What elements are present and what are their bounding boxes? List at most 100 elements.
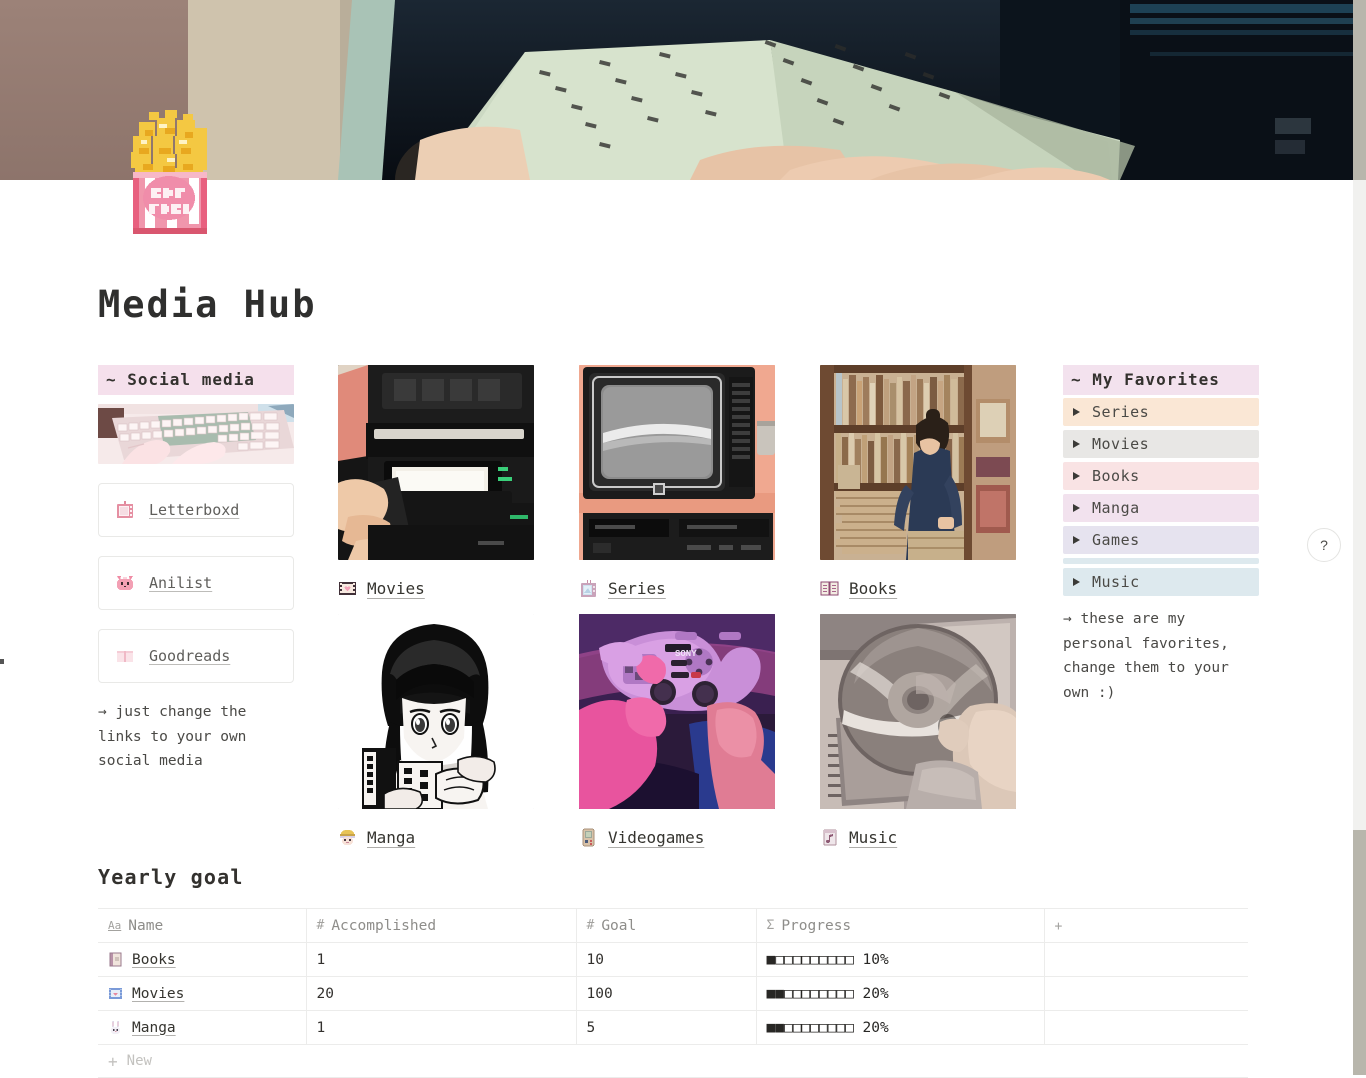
table-row[interactable]: Movies 20 100 ■■□□□□□□□□ 20% <box>98 976 1248 1011</box>
plus-icon: + <box>1054 918 1063 934</box>
media-card-label: Videogames <box>608 827 705 847</box>
row-name-cell[interactable]: Manga <box>98 1010 307 1045</box>
new-row-label: New <box>126 1053 152 1069</box>
chevron-right-icon <box>1073 536 1080 544</box>
column-header-goal[interactable]: # Goal <box>576 908 757 943</box>
social-media-heading: ~ Social media <box>98 365 294 395</box>
row-accomplished[interactable]: 1 <box>306 942 577 977</box>
column-label: Accomplished <box>331 917 437 934</box>
favorites-toggle-manga[interactable]: Manga <box>1063 494 1259 522</box>
manga-character-face-icon <box>338 828 357 847</box>
favorites-toggle-movies[interactable]: Movies <box>1063 430 1259 458</box>
add-column-button[interactable]: + <box>1044 908 1248 943</box>
favorites-list: Series Movies Books Manga Games Music <box>1063 398 1259 596</box>
media-card-label: Series <box>608 578 666 598</box>
page-title: Media Hub <box>98 283 317 326</box>
media-card-label: Movies <box>367 578 425 598</box>
popcorn-icon <box>121 104 219 234</box>
column-label: Name <box>128 917 164 934</box>
media-card-label: Books <box>849 578 898 598</box>
media-card-series[interactable]: Series <box>579 365 775 604</box>
svg-text:SONY: SONY <box>675 649 697 659</box>
progress-bar: ■■□□□□□□□□ <box>766 1019 854 1036</box>
number-type-icon: # <box>586 918 595 933</box>
column-header-accomplished[interactable]: # Accomplished <box>306 908 577 943</box>
media-card-music[interactable]: Music <box>820 614 1016 853</box>
table-header-row: Aa Name # Accomplished # Goal Σ Progress… <box>98 908 1248 943</box>
open-book-icon <box>820 579 839 598</box>
media-card-label: Manga <box>367 827 416 847</box>
favorites-heading: ~ My Favorites <box>1063 365 1259 395</box>
progress-bar: ■□□□□□□□□□ <box>766 951 854 968</box>
row-progress: ■■□□□□□□□□ 20% <box>756 976 1045 1011</box>
manga-girl-image <box>338 614 534 809</box>
add-new-row-button[interactable]: + New <box>98 1045 1248 1078</box>
film-strip-heart-icon <box>338 579 357 598</box>
favorites-column: ~ My Favorites Series Movies Books Manga <box>1063 365 1259 705</box>
column-header-progress[interactable]: Σ Progress <box>756 908 1045 943</box>
chevron-right-icon <box>1073 504 1080 512</box>
column-label: Goal <box>601 917 637 934</box>
yearly-goal-section: Yearly goal Aa Name # Accomplished # Goa… <box>98 865 1248 1078</box>
row-spacer <box>1044 942 1248 977</box>
open-book-pink-icon <box>115 646 135 666</box>
help-button[interactable]: ? <box>1307 528 1341 562</box>
media-card-movies[interactable]: Movies <box>338 365 534 604</box>
progress-percent: 20% <box>862 985 889 1002</box>
column-label: Progress <box>781 917 852 934</box>
number-type-icon: # <box>316 918 325 933</box>
link-label: Anilist <box>149 574 213 592</box>
row-name-cell[interactable]: Movies <box>98 976 307 1011</box>
row-goal[interactable]: 5 <box>576 1010 757 1045</box>
page-scrollbar-track[interactable] <box>1353 0 1366 1075</box>
cd-disc-image <box>820 614 1016 809</box>
plus-icon: + <box>108 1051 118 1071</box>
row-spacer <box>1044 976 1248 1011</box>
link-card-letterboxd[interactable]: Letterboxd <box>98 483 294 537</box>
column-header-name[interactable]: Aa Name <box>98 908 307 943</box>
row-goal[interactable]: 10 <box>576 942 757 977</box>
retro-tv-pink-icon <box>115 500 135 520</box>
favorites-note: → these are my personal favorites, chang… <box>1063 611 1229 701</box>
row-progress: ■□□□□□□□□□ 10% <box>756 942 1045 977</box>
media-cards-grid: Movies Series Books Manga SONY Videogame… <box>338 365 1018 853</box>
formula-type-icon: Σ <box>766 918 775 933</box>
favorites-toggle-music[interactable]: Music <box>1063 568 1259 596</box>
media-card-videogames[interactable]: SONY Videogames <box>579 614 775 853</box>
yearly-goal-title: Yearly goal <box>98 865 244 889</box>
playstation-controller-image: SONY <box>579 614 775 809</box>
link-card-goodreads[interactable]: Goodreads <box>98 629 294 683</box>
row-accomplished[interactable]: 20 <box>306 976 577 1011</box>
media-card-books[interactable]: Books <box>820 365 1016 604</box>
social-media-column: ~ Social media Letterboxd Anilist Goodre… <box>98 365 294 774</box>
row-name-cell[interactable]: Books <box>98 942 307 977</box>
table-row[interactable]: Manga 1 5 ■■□□□□□□□□ 20% <box>98 1010 1248 1045</box>
row-goal[interactable]: 100 <box>576 976 757 1011</box>
closed-book-icon <box>108 952 123 967</box>
vhs-vcr-image <box>338 365 534 560</box>
scrollbar-thumb-top[interactable] <box>1353 0 1366 180</box>
row-accomplished[interactable]: 1 <box>306 1010 577 1045</box>
handheld-console-icon <box>579 828 598 847</box>
progress-bar: ■■□□□□□□□□ <box>766 985 854 1002</box>
table-row[interactable]: Books 1 10 ■□□□□□□□□□ 10% <box>98 942 1248 977</box>
bookstore-image <box>820 365 1016 560</box>
link-card-anilist[interactable]: Anilist <box>98 556 294 610</box>
media-card-manga[interactable]: Manga <box>338 614 534 853</box>
row-spacer <box>1044 1010 1248 1045</box>
favorites-toggle-books[interactable]: Books <box>1063 462 1259 490</box>
crt-tv-image <box>579 365 775 560</box>
social-media-note: → just change the links to your own soci… <box>98 704 247 769</box>
row-name: Movies <box>132 985 185 1002</box>
progress-percent: 20% <box>862 1019 889 1036</box>
favorites-toggle-series[interactable]: Series <box>1063 398 1259 426</box>
crt-television-icon <box>579 579 598 598</box>
scrollbar-thumb-bottom[interactable] <box>1353 830 1366 1075</box>
row-name: Books <box>132 951 176 968</box>
left-edge-artifact <box>0 659 4 664</box>
text-type-icon: Aa <box>108 919 122 932</box>
bunny-face-icon <box>108 1020 123 1035</box>
row-progress: ■■□□□□□□□□ 20% <box>756 1010 1045 1045</box>
link-label: Goodreads <box>149 647 231 665</box>
favorites-toggle-games[interactable]: Games <box>1063 526 1259 554</box>
